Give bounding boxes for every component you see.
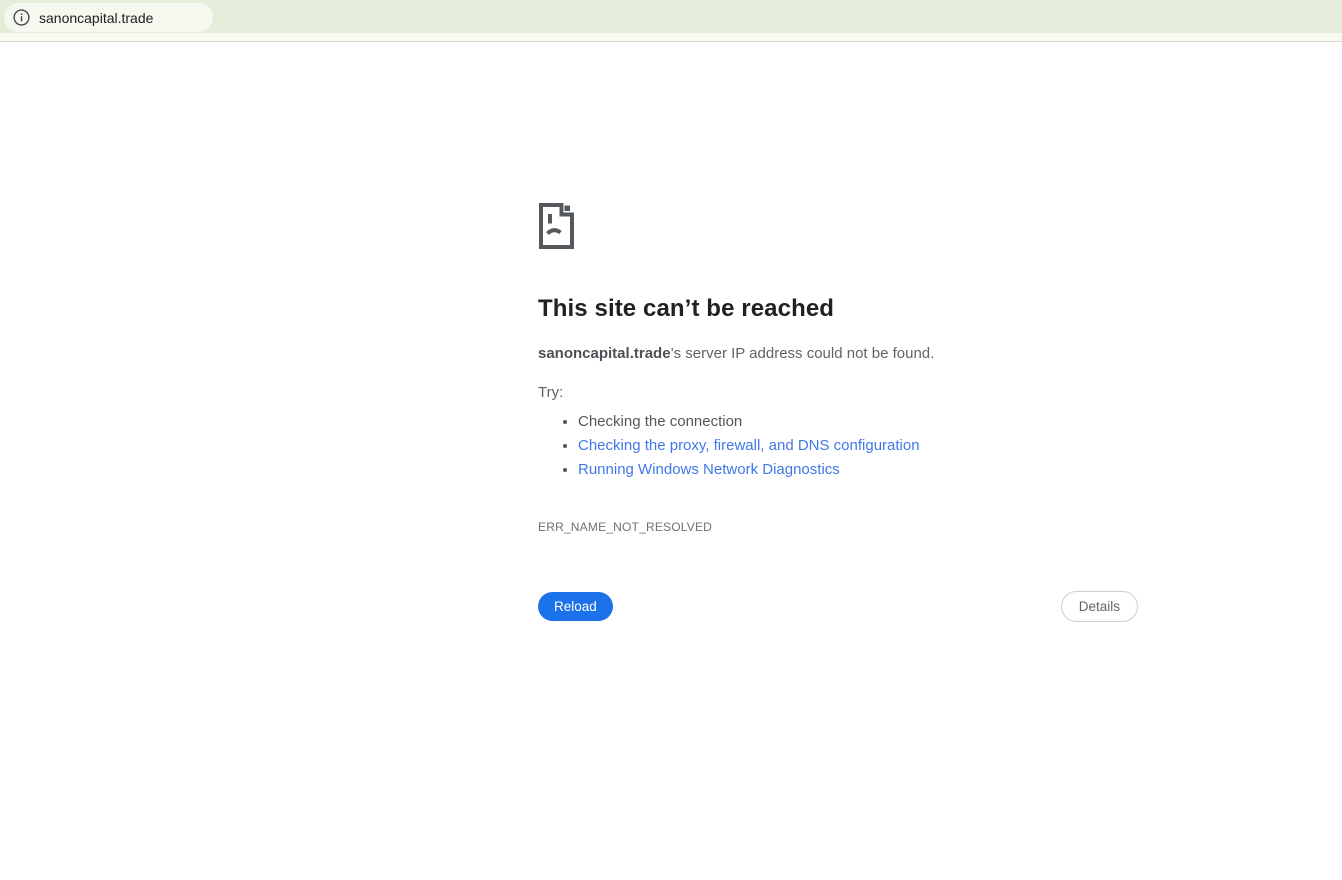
- error-message-rest: ’s server IP address could not be found.: [670, 345, 935, 362]
- address-bar-url[interactable]: sanoncapital.trade: [39, 10, 153, 26]
- reload-button[interactable]: Reload: [538, 592, 613, 621]
- buttons-row: Reload Details: [538, 591, 1138, 622]
- sad-page-icon: [539, 203, 574, 249]
- suggestion-item-diagnostics: Running Windows Network Diagnostics: [578, 458, 1138, 482]
- network-diagnostics-link[interactable]: Running Windows Network Diagnostics: [578, 461, 840, 478]
- error-page: This site can’t be reached sanoncapital.…: [538, 202, 1138, 622]
- details-button[interactable]: Details: [1060, 591, 1138, 622]
- address-bar[interactable]: sanoncapital.trade: [4, 3, 213, 32]
- suggestion-item-connection: Checking the connection: [578, 410, 1138, 434]
- suggestion-list: Checking the connection Checking the pro…: [538, 410, 1138, 482]
- suggestion-item-proxy: Checking the proxy, firewall, and DNS co…: [578, 434, 1138, 458]
- error-message-domain: sanoncapital.trade: [538, 345, 671, 362]
- error-code: ERR_NAME_NOT_RESOLVED: [538, 520, 713, 534]
- browser-top-bar-strip: [0, 33, 1342, 42]
- suggestions-block: Try: Checking the connection Checking th…: [538, 384, 1138, 482]
- info-icon[interactable]: [13, 9, 30, 26]
- proxy-firewall-dns-link[interactable]: Checking the proxy, firewall, and DNS co…: [578, 437, 920, 454]
- try-label: Try:: [538, 384, 564, 401]
- error-message: sanoncapital.trade’s server IP address c…: [538, 344, 1138, 364]
- error-title: This site can’t be reached: [538, 295, 835, 322]
